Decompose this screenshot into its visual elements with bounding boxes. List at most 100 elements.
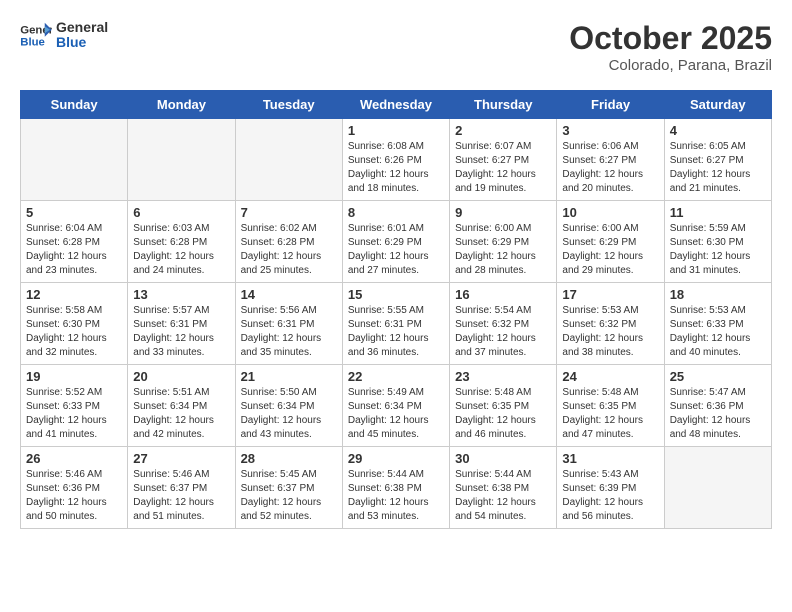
cell-info: Sunrise: 5:55 AMSunset: 6:31 PMDaylight:…: [348, 304, 444, 360]
day-number: 13: [133, 287, 229, 302]
cell-info: Sunrise: 6:00 AMSunset: 6:29 PMDaylight:…: [562, 222, 658, 278]
cell-info: Sunrise: 5:59 AMSunset: 6:30 PMDaylight:…: [670, 222, 766, 278]
day-number: 5: [26, 205, 122, 220]
day-number: 16: [455, 287, 551, 302]
cell-info: Sunrise: 6:05 AMSunset: 6:27 PMDaylight:…: [670, 140, 766, 196]
day-number: 3: [562, 123, 658, 138]
cell-info: Sunrise: 5:49 AMSunset: 6:34 PMDaylight:…: [348, 386, 444, 442]
cell-info: Sunrise: 5:44 AMSunset: 6:38 PMDaylight:…: [348, 468, 444, 524]
day-number: 28: [241, 451, 337, 466]
day-number: 8: [348, 205, 444, 220]
calendar-cell: 4 Sunrise: 6:05 AMSunset: 6:27 PMDaylight…: [664, 119, 771, 201]
calendar-cell: 24Sunrise: 5:48 AMSunset: 6:35 PMDayligh…: [557, 365, 664, 447]
day-header-thursday: Thursday: [450, 91, 557, 119]
day-number: 30: [455, 451, 551, 466]
day-header-saturday: Saturday: [664, 91, 771, 119]
day-number: 21: [241, 369, 337, 384]
location: Colorado, Parana, Brazil: [569, 57, 772, 74]
title-area: October 2025 Colorado, Parana, Brazil: [569, 20, 772, 74]
cell-info: Sunrise: 6:07 AMSunset: 6:27 PMDaylight:…: [455, 140, 551, 196]
day-number: 14: [241, 287, 337, 302]
month-title: October 2025: [569, 20, 772, 57]
week-row-3: 19Sunrise: 5:52 AMSunset: 6:33 PMDayligh…: [21, 365, 772, 447]
cell-info: Sunrise: 6:08 AMSunset: 6:26 PMDaylight:…: [348, 140, 444, 196]
week-row-4: 26 Sunrise: 5:46 AMSunset: 6:36 PMDayligh…: [21, 447, 772, 529]
calendar-cell: 6Sunrise: 6:03 AMSunset: 6:28 PMDaylight…: [128, 201, 235, 283]
calendar-cell: 26 Sunrise: 5:46 AMSunset: 6:36 PMDayligh…: [21, 447, 128, 529]
calendar-cell: [21, 119, 128, 201]
calendar-cell: 18 Sunrise: 5:53 AMSunset: 6:33 PMDayligh…: [664, 283, 771, 365]
cell-info: Sunrise: 5:45 AMSunset: 6:37 PMDaylight:…: [241, 468, 337, 524]
day-number: 29: [348, 451, 444, 466]
calendar-cell: 22 Sunrise: 5:49 AMSunset: 6:34 PMDayligh…: [342, 365, 449, 447]
day-number: 7: [241, 205, 337, 220]
day-number: 11: [670, 205, 766, 220]
day-header-wednesday: Wednesday: [342, 91, 449, 119]
day-number: 9: [455, 205, 551, 220]
day-header-row: SundayMondayTuesdayWednesdayThursdayFrid…: [21, 91, 772, 119]
day-number: 15: [348, 287, 444, 302]
calendar-cell: 11 Sunrise: 5:59 AMSunset: 6:30 PMDayligh…: [664, 201, 771, 283]
day-number: 22: [348, 369, 444, 384]
calendar-cell: [128, 119, 235, 201]
calendar-cell: 23 Sunrise: 5:48 AMSunset: 6:35 PMDayligh…: [450, 365, 557, 447]
calendar-cell: 29 Sunrise: 5:44 AMSunset: 6:38 PMDayligh…: [342, 447, 449, 529]
calendar-cell: [664, 447, 771, 529]
day-number: 31: [562, 451, 658, 466]
cell-info: Sunrise: 5:57 AMSunset: 6:31 PMDaylight:…: [133, 304, 229, 360]
cell-info: Sunrise: 5:53 AMSunset: 6:32 PMDaylight:…: [562, 304, 658, 360]
logo-text-line2: Blue: [56, 35, 108, 50]
logo-text-line1: General: [56, 20, 108, 35]
svg-text:Blue: Blue: [20, 37, 45, 49]
calendar-cell: 1 Sunrise: 6:08 AMSunset: 6:26 PMDaylight…: [342, 119, 449, 201]
day-number: 25: [670, 369, 766, 384]
day-number: 19: [26, 369, 122, 384]
day-number: 23: [455, 369, 551, 384]
cell-info: Sunrise: 5:47 AMSunset: 6:36 PMDaylight:…: [670, 386, 766, 442]
cell-info: Sunrise: 5:48 AMSunset: 6:35 PMDaylight:…: [455, 386, 551, 442]
day-number: 1: [348, 123, 444, 138]
calendar-cell: 21 Sunrise: 5:50 AMSunset: 6:34 PMDayligh…: [235, 365, 342, 447]
day-number: 10: [562, 205, 658, 220]
calendar-cell: 13 Sunrise: 5:57 AMSunset: 6:31 PMDayligh…: [128, 283, 235, 365]
cell-info: Sunrise: 6:01 AMSunset: 6:29 PMDaylight:…: [348, 222, 444, 278]
cell-info: Sunrise: 6:02 AMSunset: 6:28 PMDaylight:…: [241, 222, 337, 278]
day-number: 26: [26, 451, 122, 466]
day-number: 18: [670, 287, 766, 302]
calendar-cell: 2Sunrise: 6:07 AMSunset: 6:27 PMDaylight…: [450, 119, 557, 201]
day-number: 4: [670, 123, 766, 138]
day-number: 20: [133, 369, 229, 384]
calendar-table: SundayMondayTuesdayWednesdayThursdayFrid…: [20, 90, 772, 529]
calendar-cell: 20 Sunrise: 5:51 AMSunset: 6:34 PMDayligh…: [128, 365, 235, 447]
cell-info: Sunrise: 6:00 AMSunset: 6:29 PMDaylight:…: [455, 222, 551, 278]
cell-info: Sunrise: 5:46 AMSunset: 6:37 PMDaylight:…: [133, 468, 229, 524]
cell-info: Sunrise: 5:51 AMSunset: 6:34 PMDaylight:…: [133, 386, 229, 442]
cell-info: Sunrise: 5:54 AMSunset: 6:32 PMDaylight:…: [455, 304, 551, 360]
cell-info: Sunrise: 5:50 AMSunset: 6:34 PMDaylight:…: [241, 386, 337, 442]
week-row-0: 1 Sunrise: 6:08 AMSunset: 6:26 PMDaylight…: [21, 119, 772, 201]
cell-info: Sunrise: 5:46 AMSunset: 6:36 PMDaylight:…: [26, 468, 122, 524]
calendar-cell: 5Sunrise: 6:04 AMSunset: 6:28 PMDaylight…: [21, 201, 128, 283]
day-number: 12: [26, 287, 122, 302]
cell-info: Sunrise: 5:53 AMSunset: 6:33 PMDaylight:…: [670, 304, 766, 360]
day-number: 6: [133, 205, 229, 220]
calendar-cell: 7 Sunrise: 6:02 AMSunset: 6:28 PMDaylight…: [235, 201, 342, 283]
calendar-cell: 27Sunrise: 5:46 AMSunset: 6:37 PMDayligh…: [128, 447, 235, 529]
cell-info: Sunrise: 5:56 AMSunset: 6:31 PMDaylight:…: [241, 304, 337, 360]
calendar-cell: [235, 119, 342, 201]
week-row-2: 12 Sunrise: 5:58 AMSunset: 6:30 PMDayligh…: [21, 283, 772, 365]
calendar-cell: 16 Sunrise: 5:54 AMSunset: 6:32 PMDayligh…: [450, 283, 557, 365]
logo: General Blue General Blue: [20, 20, 108, 51]
calendar-cell: 25 Sunrise: 5:47 AMSunset: 6:36 PMDayligh…: [664, 365, 771, 447]
day-number: 17: [562, 287, 658, 302]
cell-info: Sunrise: 5:44 AMSunset: 6:38 PMDaylight:…: [455, 468, 551, 524]
day-header-tuesday: Tuesday: [235, 91, 342, 119]
calendar-cell: 28 Sunrise: 5:45 AMSunset: 6:37 PMDayligh…: [235, 447, 342, 529]
calendar-cell: 19Sunrise: 5:52 AMSunset: 6:33 PMDayligh…: [21, 365, 128, 447]
calendar-cell: 15 Sunrise: 5:55 AMSunset: 6:31 PMDayligh…: [342, 283, 449, 365]
logo-icon: General Blue: [20, 21, 52, 49]
day-number: 24: [562, 369, 658, 384]
day-header-monday: Monday: [128, 91, 235, 119]
cell-info: Sunrise: 5:58 AMSunset: 6:30 PMDaylight:…: [26, 304, 122, 360]
calendar-cell: 3Sunrise: 6:06 AMSunset: 6:27 PMDaylight…: [557, 119, 664, 201]
